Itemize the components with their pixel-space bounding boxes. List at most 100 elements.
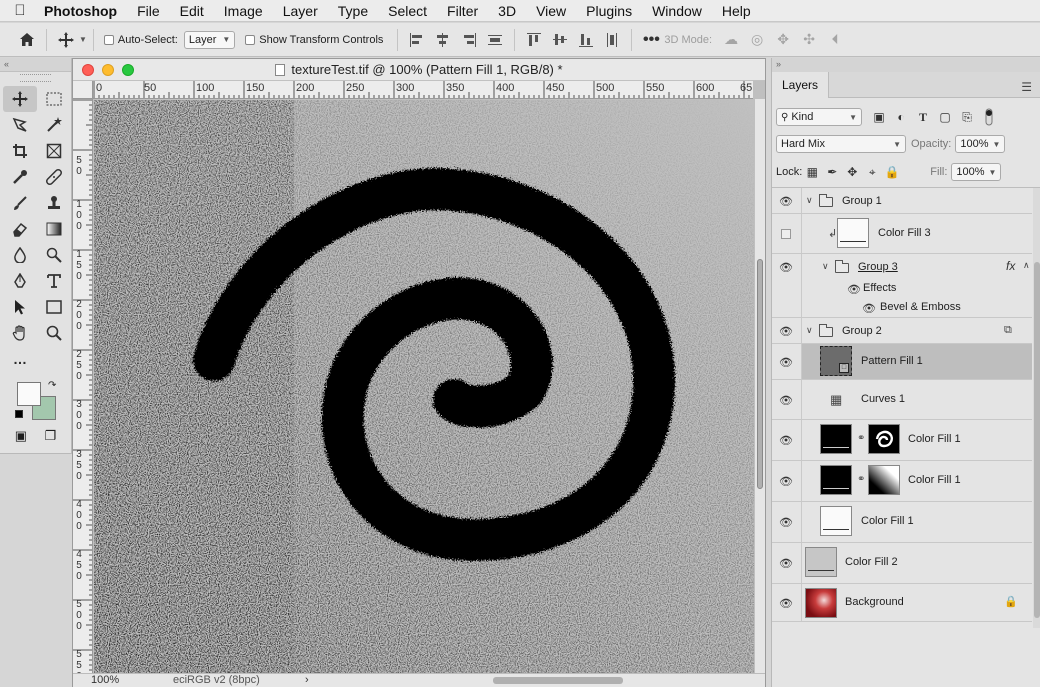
zoom-level[interactable]: 100% — [91, 674, 119, 687]
lock-transparent-pixels-icon[interactable]: ▦ — [802, 163, 822, 181]
tools-grip[interactable] — [20, 74, 51, 82]
filter-pixel-icon[interactable]: ▣ — [868, 108, 890, 126]
magic-wand-icon[interactable] — [37, 112, 71, 138]
chevron-down-icon[interactable]: ▼ — [988, 168, 996, 177]
visibility-cell[interactable]: 👁 — [772, 254, 802, 280]
eye-icon[interactable]: 👁 — [861, 301, 877, 315]
screen-mode-icon[interactable]: ❐ — [45, 428, 57, 444]
status-menu-chevron-icon[interactable]: › — [305, 674, 309, 687]
eye-icon[interactable]: 👁 — [778, 515, 794, 529]
menu-app-photoshop[interactable]: Photoshop — [40, 0, 127, 22]
default-colors-icon[interactable] — [15, 410, 23, 418]
minimize-window-icon[interactable] — [102, 64, 114, 76]
chevron-down-icon[interactable]: ▼ — [79, 35, 87, 44]
layer-row-group-3[interactable]: 👁 ∨ Group 3 fx ∧ — [772, 254, 1032, 280]
panel-menu-icon[interactable]: ☰ — [1021, 80, 1032, 94]
eyedropper-icon[interactable] — [3, 164, 37, 190]
layer-row-color-fill-2[interactable]: 👁 Color Fill 2 — [772, 543, 1032, 584]
layer-row-curves-1[interactable]: 👁 ▦ Curves 1 — [772, 380, 1032, 420]
filter-shape-icon[interactable]: ▢ — [934, 108, 956, 126]
menu-window[interactable]: Window — [642, 0, 712, 22]
lock-position-icon[interactable]: ✥ — [842, 163, 862, 181]
visibility-cell[interactable]: 👁 — [772, 461, 802, 501]
layer-row-pattern-fill-1[interactable]: 👁 □ Pattern Fill 1 — [772, 344, 1032, 380]
visibility-cell[interactable]: 👁 — [772, 380, 802, 419]
quick-mask-icon[interactable]: ▣ — [15, 428, 27, 444]
zoom-tool-icon[interactable] — [37, 320, 71, 346]
align-left-icon[interactable] — [409, 32, 425, 48]
align-center-icon[interactable] — [435, 32, 451, 48]
eye-icon[interactable]: 👁 — [778, 194, 794, 208]
eye-icon[interactable]: 👁 — [778, 260, 794, 274]
visibility-cell[interactable]: 👁 — [772, 318, 802, 343]
rectangle-tool-icon[interactable] — [37, 294, 71, 320]
layer-row-color-fill-3[interactable]: ↲ Color Fill 3 — [772, 214, 1032, 254]
menu-help[interactable]: Help — [712, 0, 761, 22]
align-middle-icon[interactable] — [552, 32, 568, 48]
lock-all-icon[interactable]: 🔒 — [882, 163, 902, 181]
chevron-down-icon[interactable]: ∨ — [806, 195, 813, 206]
menu-file[interactable]: File — [127, 0, 170, 22]
brush-tool-icon[interactable] — [3, 190, 37, 216]
menu-layer[interactable]: Layer — [273, 0, 328, 22]
auto-select-target-dropdown[interactable]: Layer ▼ — [183, 30, 236, 49]
crop-tool-icon[interactable] — [3, 138, 37, 164]
maximize-window-icon[interactable] — [122, 64, 134, 76]
type-tool-icon[interactable] — [37, 268, 71, 294]
distribute-horizontal-icon[interactable] — [487, 32, 503, 48]
lock-image-pixels-icon[interactable]: ✒ — [822, 163, 842, 181]
ruler-origin[interactable] — [73, 81, 93, 99]
eraser-tool-icon[interactable] — [3, 216, 37, 242]
opacity-input[interactable]: 100% ▼ — [955, 135, 1006, 153]
layer-row-color-fill-1-b[interactable]: 👁 ⚭ Color Fill 1 — [772, 461, 1032, 502]
document-title-bar[interactable]: textureTest.tif @ 100% (Pattern Fill 1, … — [73, 59, 765, 81]
layers-scrollbar[interactable] — [1033, 188, 1040, 628]
eye-icon[interactable]: 👁 — [846, 282, 862, 296]
eye-icon[interactable]: 👁 — [778, 355, 794, 369]
visibility-cell[interactable] — [772, 214, 802, 253]
horizontal-scrollbar-thumb[interactable] — [493, 677, 623, 684]
tools-panel-collapse-icon[interactable]: « — [0, 58, 71, 72]
apple-icon[interactable]:  — [0, 2, 40, 19]
scrollbar-thumb[interactable] — [1034, 262, 1040, 618]
layer-effects-row[interactable]: 👁 Effects — [772, 280, 1032, 298]
lasso-tool-icon[interactable] — [3, 112, 37, 138]
chevron-up-icon[interactable]: ∧ — [1023, 260, 1030, 271]
spiral-texture-image[interactable] — [94, 100, 754, 673]
visibility-cell[interactable]: 👁 — [772, 188, 802, 213]
path-selection-icon[interactable] — [3, 294, 37, 320]
frame-tool-icon[interactable] — [37, 138, 71, 164]
eye-icon[interactable]: 👁 — [778, 324, 794, 338]
layer-effects-fx-icon[interactable]: fx — [1006, 259, 1015, 273]
menu-edit[interactable]: Edit — [170, 0, 214, 22]
link-mask-icon[interactable]: ⚭ — [857, 433, 865, 444]
fill-input[interactable]: 100% ▼ — [951, 163, 1002, 181]
show-transform-checkbox[interactable]: Show Transform Controls — [245, 34, 383, 46]
clone-stamp-icon[interactable] — [37, 190, 71, 216]
home-icon[interactable] — [14, 27, 40, 53]
filter-adjustment-icon[interactable]: ◐ — [890, 108, 912, 126]
scrollbar-thumb[interactable] — [757, 259, 763, 489]
chevron-down-icon[interactable]: ∨ — [822, 261, 829, 272]
layer-row-color-fill-1-c[interactable]: 👁 Color Fill 1 — [772, 502, 1032, 543]
rectangular-marquee-icon[interactable] — [37, 86, 71, 112]
checkbox-icon[interactable] — [245, 34, 256, 45]
healing-brush-icon[interactable] — [37, 164, 71, 190]
hidden-checkbox-icon[interactable] — [781, 229, 791, 239]
menu-type[interactable]: Type — [328, 0, 378, 22]
eye-icon[interactable]: 👁 — [778, 556, 794, 570]
menu-3d[interactable]: 3D — [488, 0, 526, 22]
eye-icon[interactable]: 👁 — [778, 596, 794, 610]
checkbox-icon[interactable] — [103, 34, 114, 45]
pen-tool-icon[interactable] — [3, 268, 37, 294]
link-mask-icon[interactable]: ⚭ — [857, 474, 865, 485]
visibility-cell[interactable]: 👁 — [772, 420, 802, 460]
menu-image[interactable]: Image — [214, 0, 273, 22]
lock-icon[interactable]: 🔒 — [1004, 595, 1018, 608]
align-right-icon[interactable] — [461, 32, 477, 48]
panel-collapse-icon[interactable]: » — [772, 58, 1040, 72]
foreground-color-swatch[interactable] — [17, 382, 41, 406]
layer-row-group-1[interactable]: 👁 ∨ Group 1 — [772, 188, 1032, 214]
edit-toolbar-icon[interactable]: … — [3, 346, 37, 372]
hand-tool-icon[interactable] — [3, 320, 37, 346]
